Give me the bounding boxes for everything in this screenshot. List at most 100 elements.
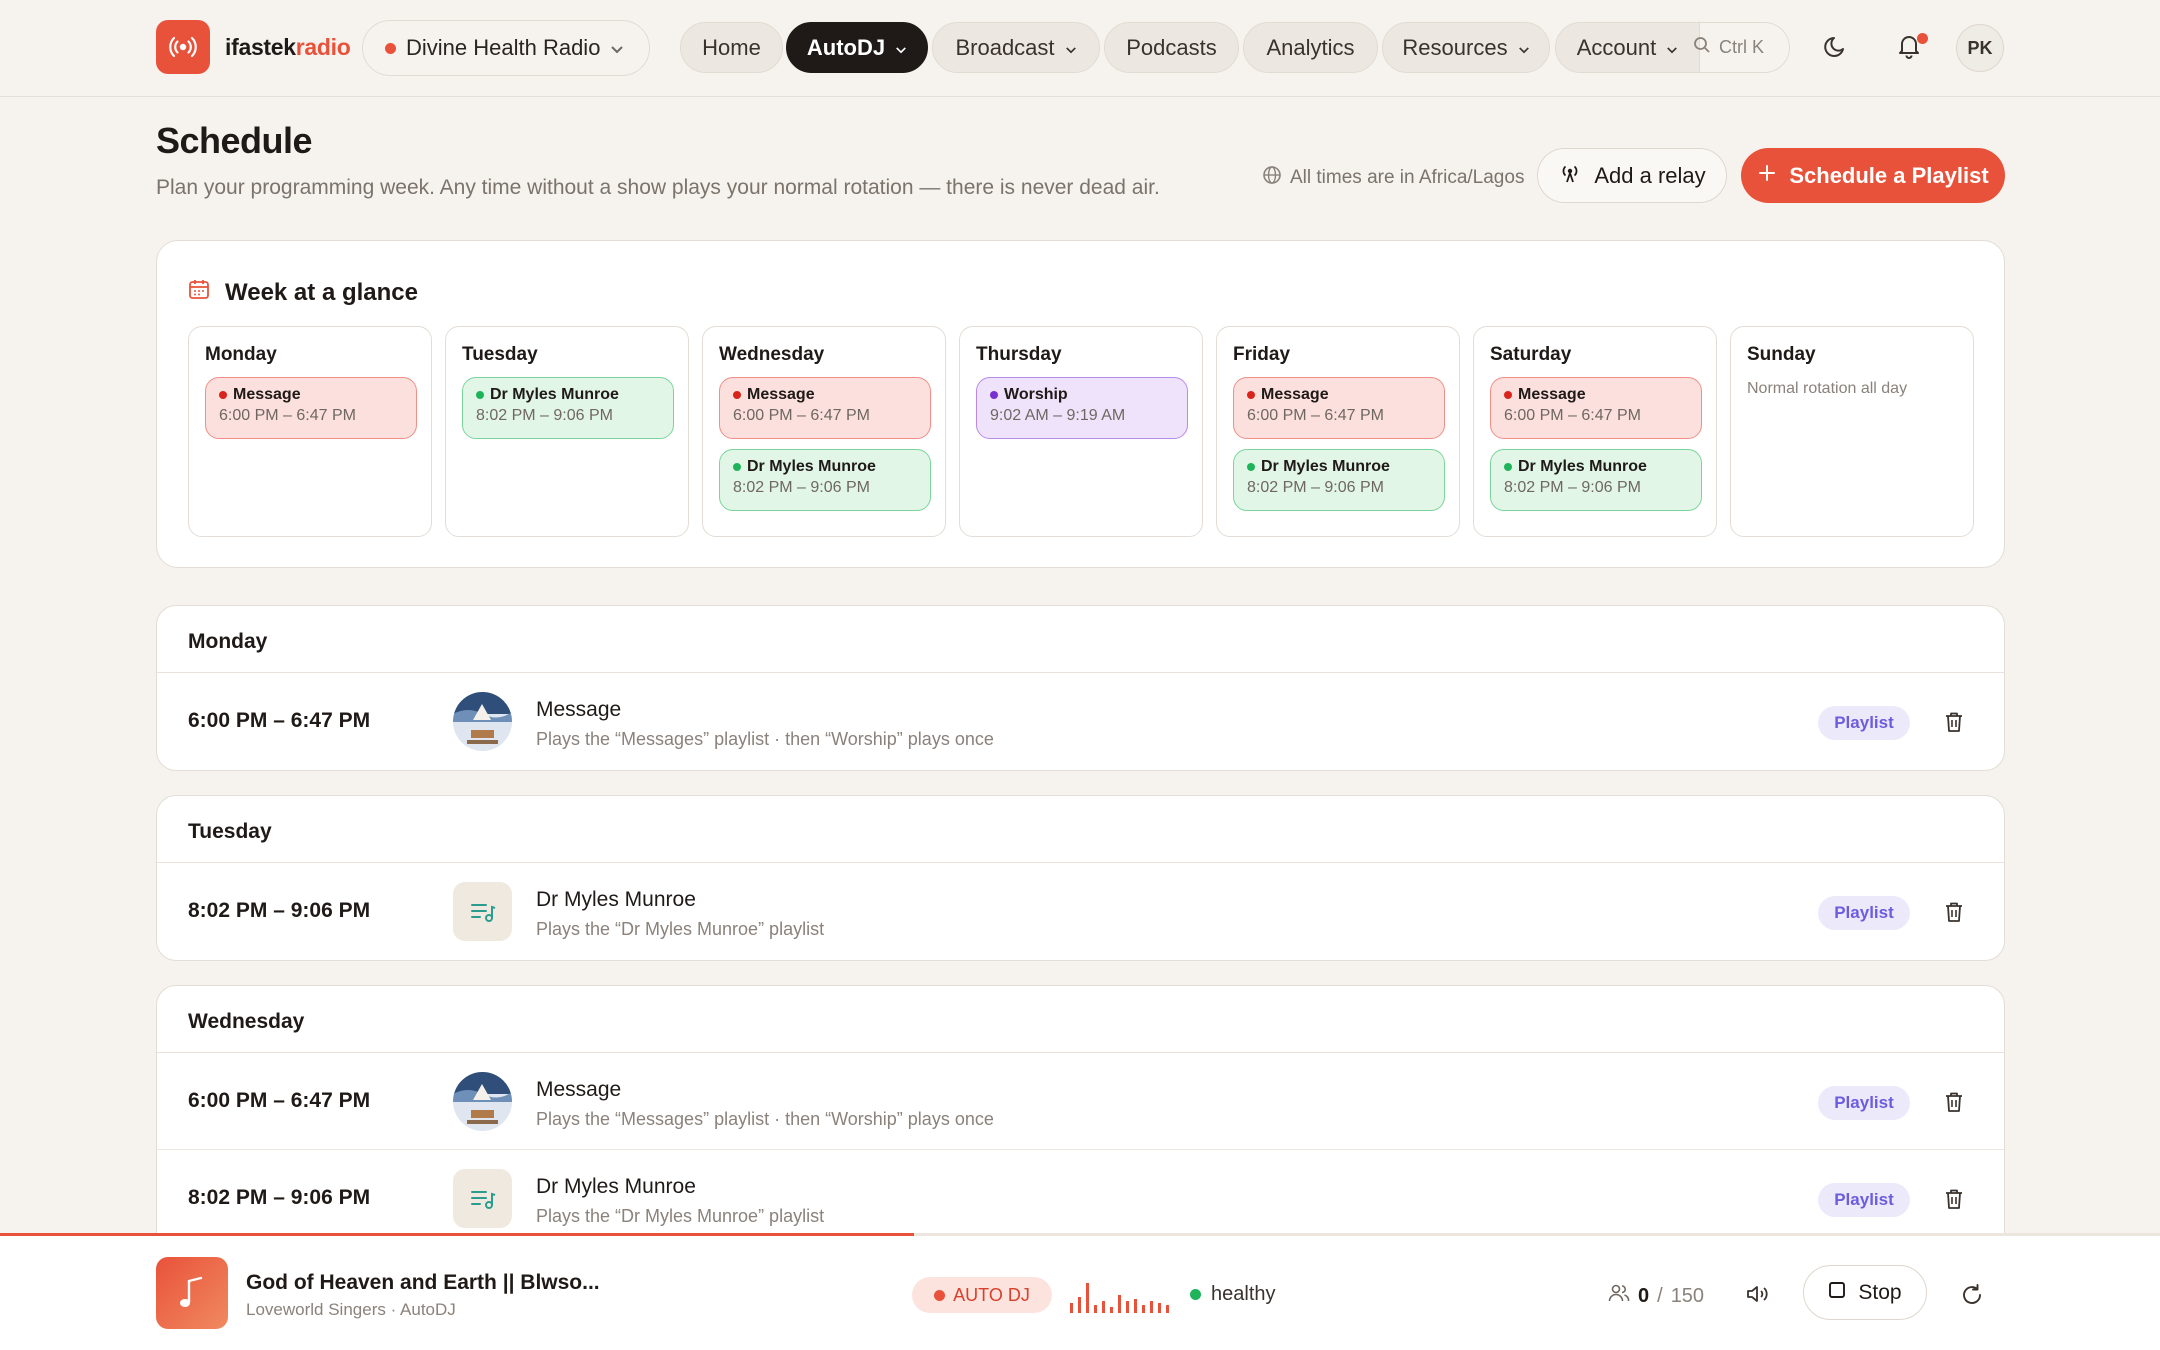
- delete-slot-button[interactable]: [1944, 1188, 1964, 1215]
- trash-icon: [1944, 1092, 1964, 1117]
- slot-time: 6:00 PM – 6:47 PM: [188, 709, 371, 732]
- slot-title: Dr Myles Munroe: [536, 1175, 696, 1198]
- slot-title: Dr Myles Munroe: [536, 888, 696, 911]
- globe-icon: [1262, 165, 1282, 191]
- day-name: Sunday: [1747, 344, 1816, 365]
- station-selector[interactable]: Divine Health Radio: [362, 20, 650, 76]
- timezone-note: All times are in Africa/Lagos: [1262, 165, 1524, 191]
- users-icon: [1608, 1283, 1630, 1309]
- now-playing-bar: God of Heaven and Earth || Blwso... Love…: [0, 1233, 2160, 1350]
- cover-art-thumbnail: [453, 692, 512, 751]
- search-shortcut-label: Ctrl K: [1719, 37, 1764, 57]
- nav-home[interactable]: Home: [680, 22, 783, 73]
- search-icon: [1693, 36, 1711, 59]
- week-day-sunday: Sunday Normal rotation all day: [1730, 326, 1974, 537]
- table-row[interactable]: 6:00 PM – 6:47 PM Message Plays the “Mes…: [157, 1053, 2004, 1150]
- nav-podcasts[interactable]: Podcasts: [1104, 22, 1239, 73]
- autodj-status-badge: AUTO DJ: [912, 1277, 1052, 1313]
- week-show-chip[interactable]: Worship 9:02 AM – 9:19 AM: [976, 377, 1188, 439]
- dark-mode-toggle[interactable]: [1816, 28, 1856, 68]
- week-day-tuesday: Tuesday Dr Myles Munroe 8:02 PM – 9:06 P…: [445, 326, 689, 537]
- slot-time: 8:02 PM – 9:06 PM: [188, 1186, 371, 1209]
- volume-button[interactable]: [1745, 1283, 1771, 1310]
- table-row[interactable]: 6:00 PM – 6:47 PM Message Plays the “Mes…: [157, 673, 2004, 770]
- week-day-wednesday: Wednesday Message 6:00 PM – 6:47 PM Dr M…: [702, 326, 946, 537]
- nav-broadcast[interactable]: Broadcast: [932, 22, 1100, 73]
- delete-slot-button[interactable]: [1944, 711, 1964, 738]
- stop-button[interactable]: Stop: [1803, 1265, 1927, 1320]
- nav-account[interactable]: Account: [1555, 22, 1700, 73]
- slot-title: Message: [536, 1078, 622, 1101]
- section-day-heading: Monday: [157, 606, 2004, 673]
- live-dot: [385, 42, 396, 54]
- station-name: Divine Health Radio: [406, 35, 601, 60]
- nav-analytics[interactable]: Analytics: [1243, 22, 1378, 73]
- playback-progress[interactable]: [0, 1233, 2160, 1236]
- top-navigation: ifastekradio Divine Health Radio Home Au…: [0, 0, 2160, 97]
- playlist-icon: [453, 1169, 512, 1228]
- section-day-heading: Tuesday: [157, 796, 2004, 863]
- week-show-chip[interactable]: Dr Myles Munroe 8:02 PM – 9:06 PM: [719, 449, 931, 511]
- playback-progress-fill: [0, 1233, 914, 1236]
- trash-icon: [1944, 1189, 1964, 1214]
- chevron-down-icon: [1065, 35, 1077, 61]
- user-avatar[interactable]: PK: [1956, 24, 2004, 72]
- schedule-playlist-button[interactable]: Schedule a Playlist: [1741, 148, 2005, 203]
- nav-resources[interactable]: Resources: [1382, 22, 1550, 73]
- week-at-a-glance: Week at a glance Monday Message 6:00 PM …: [156, 240, 2005, 568]
- moon-icon: [1823, 33, 1849, 64]
- slot-description: Plays the “Dr Myles Munroe” playlist: [536, 1206, 825, 1226]
- calendar-icon: [187, 277, 211, 308]
- chevron-down-icon: [610, 35, 624, 61]
- week-show-chip[interactable]: Message 6:00 PM – 6:47 PM: [1233, 377, 1445, 439]
- radio-logo-icon[interactable]: [156, 20, 210, 74]
- week-day-thursday: Thursday Worship 9:02 AM – 9:19 AM: [959, 326, 1203, 537]
- brand-name[interactable]: ifastekradio: [225, 34, 351, 61]
- playlist-badge: Playlist: [1818, 1086, 1910, 1120]
- music-note-icon: [156, 1257, 228, 1329]
- listener-count: 0 / 150: [1608, 1283, 1704, 1309]
- slot-title: Message: [536, 698, 622, 721]
- slot-time: 6:00 PM – 6:47 PM: [188, 1089, 371, 1112]
- slot-time: 8:02 PM – 9:06 PM: [188, 899, 371, 922]
- refresh-button[interactable]: [1960, 1283, 1984, 1312]
- week-show-chip[interactable]: Dr Myles Munroe 8:02 PM – 9:06 PM: [1490, 449, 1702, 511]
- chevron-down-icon: [895, 35, 907, 61]
- week-show-chip[interactable]: Dr Myles Munroe 8:02 PM – 9:06 PM: [462, 377, 674, 439]
- track-title: God of Heaven and Earth || Blwso...: [246, 1271, 600, 1294]
- refresh-icon: [1960, 1284, 1984, 1311]
- stop-square-icon: [1828, 1281, 1846, 1305]
- plus-icon: [1757, 163, 1777, 189]
- day-name: Wednesday: [719, 344, 825, 365]
- day-name: Thursday: [976, 344, 1062, 365]
- delete-slot-button[interactable]: [1944, 1091, 1964, 1118]
- search-shortcut-button[interactable]: Ctrl K: [1685, 22, 1790, 73]
- playlist-badge: Playlist: [1818, 896, 1910, 930]
- week-show-chip[interactable]: Message 6:00 PM – 6:47 PM: [205, 377, 417, 439]
- week-title: Week at a glance: [187, 277, 418, 308]
- audio-level-meter: [1068, 1277, 1178, 1318]
- slot-description: Plays the “Messages” playlist · then “Wo…: [536, 729, 994, 749]
- week-show-chip[interactable]: Message 6:00 PM – 6:47 PM: [719, 377, 931, 439]
- table-row[interactable]: 8:02 PM – 9:06 PM Dr Myles Munroe Plays …: [157, 863, 2004, 960]
- schedule-section-monday: Monday 6:00 PM – 6:47 PM Message Plays t…: [156, 605, 2005, 771]
- page-subtitle: Plan your programming week. Any time wit…: [156, 176, 1160, 199]
- stream-health-status: healthy: [1190, 1283, 1276, 1306]
- week-show-chip[interactable]: Dr Myles Munroe 8:02 PM – 9:06 PM: [1233, 449, 1445, 511]
- week-show-chip[interactable]: Message 6:00 PM – 6:47 PM: [1490, 377, 1702, 439]
- delete-slot-button[interactable]: [1944, 901, 1964, 928]
- trash-icon: [1944, 712, 1964, 737]
- day-name: Friday: [1233, 344, 1291, 365]
- nav-autodj[interactable]: AutoDJ: [786, 22, 928, 73]
- playlist-badge: Playlist: [1818, 706, 1910, 740]
- add-relay-button[interactable]: Add a relay: [1537, 148, 1727, 203]
- trash-icon: [1944, 902, 1964, 927]
- day-name: Monday: [205, 344, 277, 365]
- week-day-friday: Friday Message 6:00 PM – 6:47 PM Dr Myle…: [1216, 326, 1460, 537]
- week-day-monday: Monday Message 6:00 PM – 6:47 PM: [188, 326, 432, 537]
- schedule-section-tuesday: Tuesday 8:02 PM – 9:06 PM Dr Myles Munro…: [156, 795, 2005, 961]
- chevron-down-icon: [1666, 35, 1678, 61]
- speaker-icon: [1745, 1286, 1771, 1309]
- notification-dot: [1917, 33, 1928, 44]
- day-name: Saturday: [1490, 344, 1572, 365]
